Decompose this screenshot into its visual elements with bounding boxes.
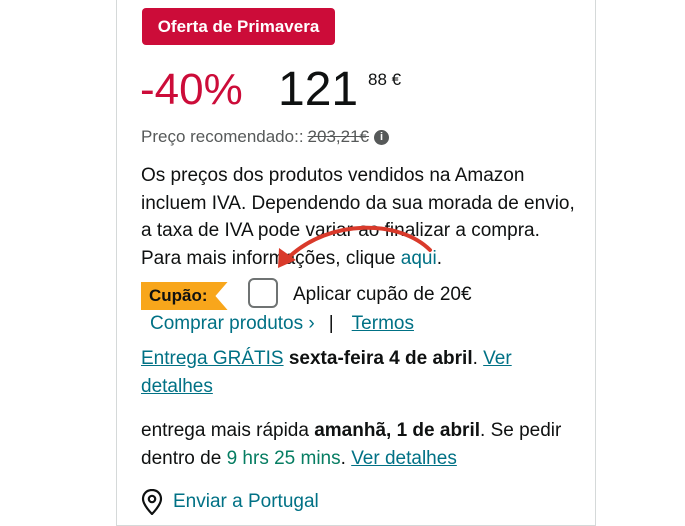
- delivery-period: .: [472, 348, 478, 369]
- free-delivery-link[interactable]: Entrega GRÁTIS: [141, 348, 284, 369]
- coupon-label[interactable]: Aplicar cupão de 20€: [293, 282, 472, 308]
- link-separator: |: [328, 313, 334, 334]
- recommended-price-row: Preço recomendado:: 203,21€ i: [141, 127, 389, 147]
- info-icon[interactable]: i: [374, 129, 389, 145]
- vat-note: Os preços dos produtos vendidos na Amazo…: [141, 162, 581, 272]
- vat-note-end: .: [436, 247, 442, 269]
- coupon-tag: Cupão:: [141, 282, 228, 310]
- vat-info-link[interactable]: aqui: [401, 248, 437, 269]
- order-countdown: 9 hrs 25 mins: [226, 448, 341, 469]
- location-pin-icon: [141, 489, 163, 515]
- price-fraction: 88 €: [368, 70, 402, 89]
- fast-delivery-prefix: entrega mais rápida: [141, 420, 309, 441]
- delivery-fast-block: entrega mais rápida amanhã, 1 de abril. …: [141, 420, 562, 469]
- ship-to-row[interactable]: Enviar a Portugal: [141, 488, 319, 516]
- coupon-checkbox[interactable]: [248, 278, 278, 308]
- shop-products-link[interactable]: Comprar produtos ›: [150, 311, 315, 337]
- recommended-price-label: Preço recomendado::: [141, 127, 304, 146]
- fast-delivery-details-link[interactable]: Ver detalhes: [351, 448, 457, 469]
- delivery-date: sexta-feira 4 de abril: [288, 348, 473, 369]
- discount-percent: -40%: [140, 65, 243, 114]
- price-whole: 121: [278, 63, 359, 116]
- recommended-price-value: 203,21€: [307, 127, 369, 146]
- ship-to-link[interactable]: Enviar a Portugal: [173, 488, 319, 516]
- coupon-links-row: Comprar produtos › | Termos: [150, 311, 414, 337]
- terms-link[interactable]: Termos: [352, 311, 414, 337]
- delivery-free-block: Entrega GRÁTIS sexta-feira 4 de abril. V…: [141, 345, 581, 401]
- vat-note-text: Os preços dos produtos vendidos na Amazo…: [141, 165, 575, 269]
- deal-badge: Oferta de Primavera: [142, 8, 335, 45]
- fast-delivery-date: amanhã, 1 de abril: [314, 420, 481, 441]
